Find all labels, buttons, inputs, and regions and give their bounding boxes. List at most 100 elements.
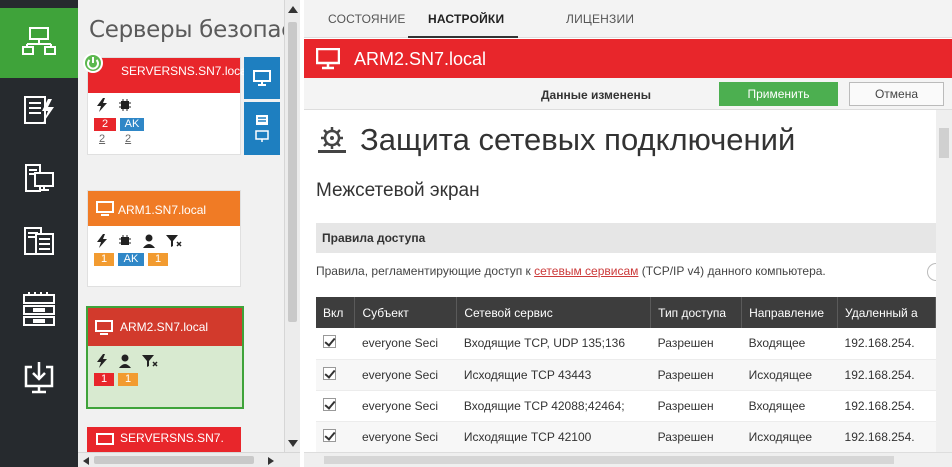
access-rules-table: Вкл Субъект Сетевой сервис Тип доступа Н… (316, 297, 936, 452)
tab-bar: СОСТОЯНИЕ НАСТРОЙКИ ЛИЦЕНЗИИ (304, 0, 952, 38)
app-window: Серверы безопасн SERVERSNS.SN7.local 2 A… (0, 0, 952, 467)
service-cell: Исходящие TCP 42100 (456, 421, 651, 452)
enabled-checkbox[interactable] (323, 335, 336, 349)
desc-text: (TCP/IP v4) данного компьютера. (638, 264, 826, 278)
server-card-header: SERVERSNS.SN7. (87, 427, 241, 452)
scroll-thumb[interactable] (288, 22, 297, 322)
server-card-side-tiles (244, 57, 280, 155)
nav-switch[interactable] (0, 274, 78, 344)
column-header[interactable]: Тип доступа (650, 297, 743, 328)
table-row[interactable]: everyone Seci Входящие TCP 42088;42464; … (316, 390, 936, 422)
servers-panel-title: Серверы безопасн (89, 17, 284, 43)
server-monitor-icon (255, 114, 269, 142)
scroll-up-arrow-icon[interactable] (288, 6, 298, 13)
enabled-cell (316, 390, 355, 422)
apply-button[interactable]: Применить (719, 82, 838, 106)
bolt-icon (97, 354, 107, 368)
card-badges: 2 AK (94, 118, 144, 131)
enabled-cell (316, 328, 355, 360)
enabled-checkbox[interactable] (323, 366, 336, 380)
scroll-right-arrow-icon[interactable] (268, 457, 274, 465)
network-protection-icon (318, 127, 346, 153)
nav-server-rack[interactable] (0, 206, 78, 276)
server-card-header: SERVERSNS.SN7.local (83, 53, 250, 93)
server-rack-icon (24, 227, 54, 255)
badge-count: 1 (94, 373, 114, 386)
badge-count: 1 (118, 373, 138, 386)
policy-icon (24, 96, 54, 124)
badge-ak: AK (118, 253, 144, 266)
computer-title-bar: ARM2.SN7.local (304, 39, 952, 78)
service-cell: Исходящие TCP 43443 (456, 359, 651, 391)
side-tile-server[interactable] (244, 102, 280, 155)
tab-settings[interactable]: НАСТРОЙКИ (428, 12, 504, 26)
tab-licenses[interactable]: ЛИЦЕНЗИИ (566, 12, 634, 26)
user-icon (119, 354, 131, 368)
server-card-1[interactable]: SERVERSNS.SN7.local 2 AK 2 2 (83, 53, 250, 155)
rules-description: Правила, регламентирующие доступ к сетев… (316, 264, 826, 278)
enabled-checkbox[interactable] (323, 428, 336, 442)
nav-download[interactable] (0, 342, 78, 412)
monitor-icon (96, 433, 114, 445)
table-row[interactable]: everyone Seci Исходящие TCP 42100 Разреш… (316, 421, 936, 452)
server-card-body: 1 AK 1 (88, 226, 240, 286)
desc-text: Правила, регламентирующие доступ к (316, 264, 535, 278)
badge-alerts: 2 (94, 118, 116, 131)
servers-horizontal-scrollbar[interactable] (78, 452, 300, 467)
server-card-4[interactable]: SERVERSNS.SN7. (87, 427, 241, 452)
active-tab-indicator (408, 36, 518, 38)
nav-servers[interactable] (0, 8, 78, 78)
cancel-button[interactable]: Отмена (849, 82, 944, 106)
table-row[interactable]: everyone Seci Входящие TCP, UDP 135;136 … (316, 328, 936, 360)
help-circle-icon[interactable] (927, 263, 936, 281)
column-header[interactable]: Вкл (316, 297, 356, 328)
subject-cell: everyone Seci (354, 421, 457, 452)
monitor-icon (96, 201, 114, 216)
nav-computers[interactable] (0, 143, 78, 213)
network-services-link[interactable]: сетевым сервисам (534, 264, 638, 278)
server-card-3-selected[interactable]: ARM2.SN7.local 1 1 (86, 306, 244, 409)
card-badges: 1 1 (94, 373, 138, 386)
count-link[interactable]: 2 (99, 133, 105, 145)
user-icon (143, 234, 155, 248)
column-header[interactable]: Субъект (354, 297, 458, 328)
badge-count: 1 (148, 253, 168, 266)
table-header-row: Вкл Субъект Сетевой сервис Тип доступа Н… (316, 297, 936, 328)
content-horizontal-scrollbar[interactable] (304, 452, 952, 467)
server-card-body: 1 1 (88, 346, 242, 406)
content-vertical-scrollbar[interactable] (936, 110, 952, 452)
access-cell: Разрешен (650, 390, 742, 422)
computer-name: ARM2.SN7.local (354, 49, 487, 69)
access-cell: Разрешен (650, 359, 742, 391)
nav-policy[interactable] (0, 75, 78, 145)
enabled-checkbox[interactable] (323, 397, 336, 411)
servers-vertical-scrollbar[interactable] (284, 0, 300, 467)
direction-cell: Исходящее (741, 421, 838, 452)
column-header[interactable]: Направление (741, 297, 839, 328)
chip-icon (119, 235, 131, 245)
download-monitor-icon (24, 362, 54, 394)
direction-cell: Входящее (741, 328, 838, 360)
side-tile-computer[interactable] (244, 57, 280, 99)
monitor-icon (95, 320, 113, 335)
count-link[interactable]: 2 (125, 133, 131, 145)
scroll-thumb[interactable] (94, 456, 254, 464)
servers-network-icon (22, 27, 56, 55)
server-card-header: ARM1.SN7.local (88, 191, 240, 226)
card-icons (96, 354, 158, 368)
server-card-header: ARM2.SN7.local (88, 308, 242, 346)
scroll-thumb[interactable] (939, 128, 949, 158)
settings-content: Защита сетевых подключений Межсетевой эк… (304, 110, 936, 452)
server-card-2[interactable]: ARM1.SN7.local 1 AK 1 (87, 190, 241, 287)
column-header[interactable]: Удаленный а (837, 297, 936, 328)
scroll-down-arrow-icon[interactable] (288, 440, 298, 447)
direction-cell: Входящее (741, 390, 838, 422)
access-rules-header: Правила доступа (316, 223, 936, 253)
scroll-thumb[interactable] (324, 456, 894, 464)
column-header[interactable]: Сетевой сервис (456, 297, 652, 328)
tab-status[interactable]: СОСТОЯНИЕ (328, 12, 406, 26)
bolt-icon (97, 234, 107, 248)
scroll-left-arrow-icon[interactable] (83, 457, 89, 465)
table-row[interactable]: everyone Seci Исходящие TCP 43443 Разреш… (316, 359, 936, 391)
service-cell: Входящие TCP 42088;42464; (456, 390, 651, 422)
